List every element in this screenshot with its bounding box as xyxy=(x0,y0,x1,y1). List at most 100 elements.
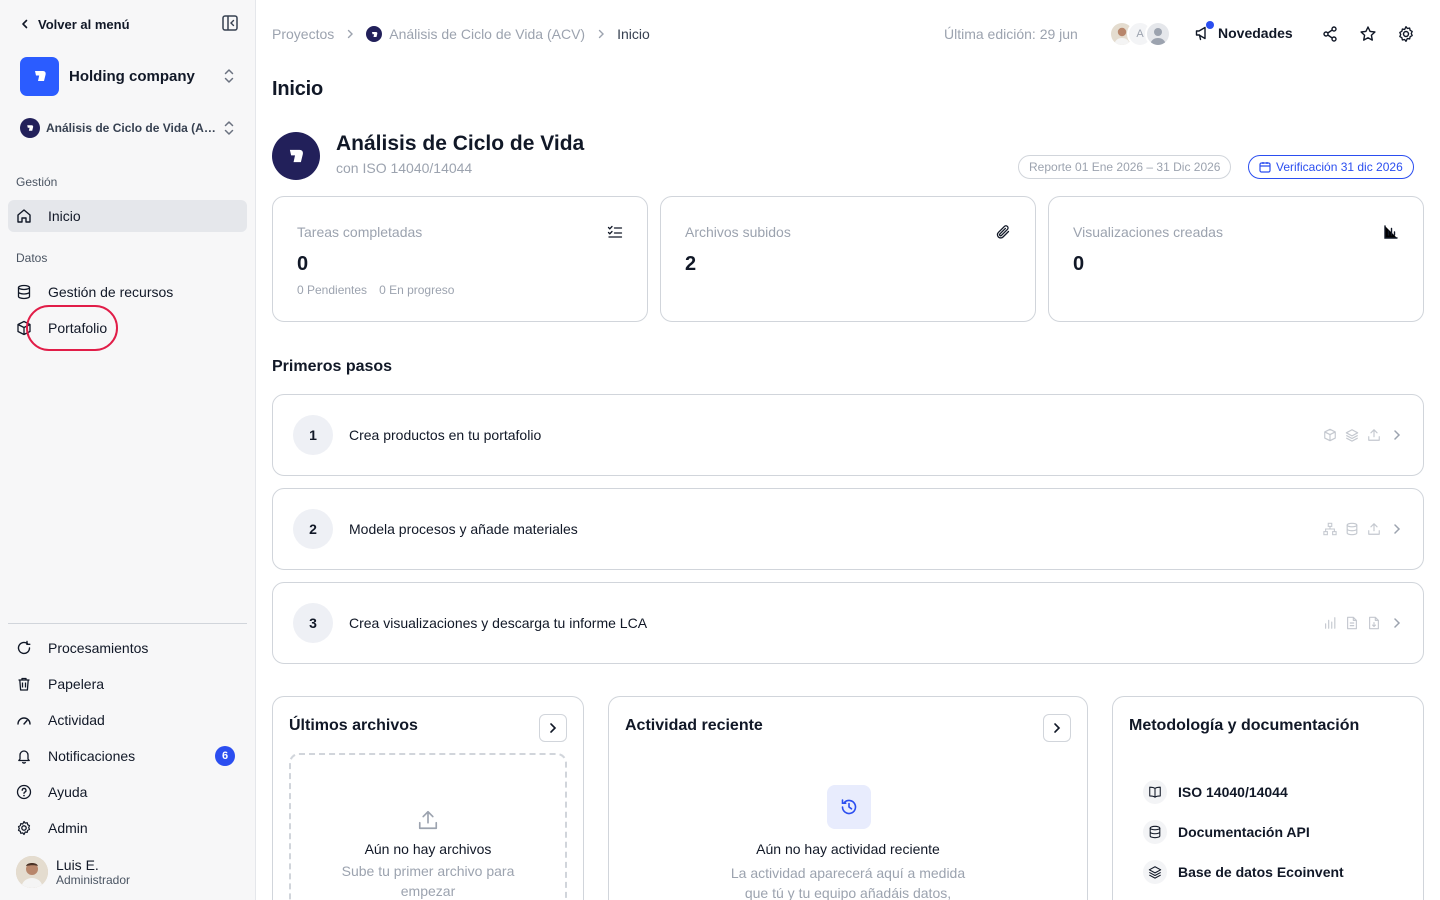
empty-files-subtitle: Sube tu primer archivo para empezar xyxy=(341,863,515,899)
doc-link-iso[interactable]: ISO 14040/14044 xyxy=(1143,780,1288,804)
database-icon xyxy=(17,284,31,300)
layers-icon xyxy=(1345,429,1359,442)
news-indicator-dot xyxy=(1206,21,1214,29)
panel-title: Metodología y documentación xyxy=(1129,717,1360,734)
sidebar-item-procesamientos[interactable]: Procesamientos xyxy=(8,632,247,664)
top-bar: Proyectos Análisis de Ciclo de Vida (ACV… xyxy=(256,0,1440,68)
database-icon xyxy=(1346,522,1358,536)
open-activity-button[interactable] xyxy=(1043,714,1071,742)
chevron-updown-icon xyxy=(224,69,234,83)
empty-activity-title: Aún no hay actividad reciente xyxy=(756,841,940,857)
org-logo-icon xyxy=(20,56,59,96)
in-progress-count: 0 En progreso xyxy=(379,283,455,297)
verification-pill[interactable]: Verificación 31 dic 2026 xyxy=(1248,155,1414,179)
stat-value: 0 xyxy=(297,253,309,275)
sidebar-item-inicio[interactable]: Inicio xyxy=(8,200,247,232)
sidebar-item-ayuda[interactable]: Ayuda xyxy=(8,776,247,808)
project-switcher[interactable]: Análisis de Ciclo de Vida (ACV) xyxy=(20,118,236,138)
doc-link-api[interactable]: Documentación API xyxy=(1143,820,1310,844)
empty-files-title: Aún no hay archivos xyxy=(364,841,492,857)
step-text: Crea visualizaciones y descarga tu infor… xyxy=(349,615,648,631)
step-number: 1 xyxy=(293,415,333,455)
book-icon xyxy=(1143,780,1167,804)
chevron-right-icon xyxy=(348,29,354,39)
novedades-label: Novedades xyxy=(1218,25,1293,41)
upload-icon xyxy=(1368,523,1380,535)
sidebar: Volver al menú Holding company Análisis … xyxy=(0,0,256,900)
breadcrumb-project[interactable]: Análisis de Ciclo de Vida (ACV) xyxy=(389,26,585,42)
stat-label: Visualizaciones creadas xyxy=(1073,224,1223,240)
step-item-3[interactable]: 3 Crea visualizaciones y descarga tu inf… xyxy=(272,582,1424,664)
back-label: Volver al menú xyxy=(38,16,130,32)
section-label-datos: Datos xyxy=(16,251,48,265)
upload-icon xyxy=(418,810,438,830)
section-label-gestion: Gestión xyxy=(16,175,58,189)
sidebar-item-label: Gestión de recursos xyxy=(48,284,174,300)
doc-link-ecoinvent[interactable]: Base de datos Ecoinvent xyxy=(1143,860,1344,884)
upload-icon xyxy=(1368,429,1380,441)
chevron-updown-icon xyxy=(224,121,234,135)
sidebar-item-label: Admin xyxy=(48,820,88,836)
share-icon[interactable] xyxy=(1321,25,1339,43)
step-text: Crea productos en tu portafolio xyxy=(349,427,542,443)
panel-title: Actividad reciente xyxy=(625,717,763,734)
report-period-pill[interactable]: Reporte 01 Ene 2026 – 31 Dic 2026 xyxy=(1018,155,1232,179)
chevron-right-icon xyxy=(1394,618,1401,628)
breadcrumb-proyectos[interactable]: Proyectos xyxy=(272,26,334,42)
project-name: Análisis de Ciclo de Vida (ACV) xyxy=(46,121,222,135)
novedades-button[interactable]: Novedades xyxy=(1194,21,1293,42)
step-number: 2 xyxy=(293,509,333,549)
stat-card-archivos[interactable]: Archivos subidos 2 xyxy=(660,196,1036,322)
stat-card-tareas[interactable]: Tareas completadas 0 0 Pendientes 0 En pr… xyxy=(272,196,648,322)
hierarchy-icon xyxy=(1323,522,1337,536)
sidebar-item-label: Notificaciones xyxy=(48,748,136,764)
recent-activity-panel: Actividad reciente Aún no hay actividad … xyxy=(608,696,1088,900)
stat-value: 2 xyxy=(685,253,697,275)
pending-count: 0 Pendientes xyxy=(297,283,368,297)
step-icons xyxy=(1315,522,1401,536)
back-to-menu-link[interactable]: Volver al menú xyxy=(20,14,239,34)
sidebar-item-notificaciones[interactable]: Notificaciones 6 xyxy=(8,740,247,772)
database-icon xyxy=(1143,820,1167,844)
open-files-button[interactable] xyxy=(539,714,567,742)
sidebar-item-papelera[interactable]: Papelera xyxy=(8,668,247,700)
chevron-right-icon xyxy=(550,723,557,733)
org-switcher[interactable]: Holding company xyxy=(20,56,236,96)
step-item-2[interactable]: 2 Modela procesos y añade materiales xyxy=(272,488,1424,570)
bell-icon xyxy=(18,750,30,764)
stat-card-visualizaciones[interactable]: Visualizaciones creadas 0 xyxy=(1048,196,1424,322)
collapse-sidebar-icon[interactable] xyxy=(221,14,239,32)
user-role: Administrador xyxy=(56,873,131,887)
sidebar-item-actividad[interactable]: Actividad xyxy=(8,704,247,736)
sidebar-item-label: Ayuda xyxy=(48,784,88,800)
star-icon[interactable] xyxy=(1359,25,1377,43)
file-dropzone[interactable]: Aún no hay archivos Sube tu primer archi… xyxy=(289,753,567,900)
user-menu[interactable]: Luis E. Administrador xyxy=(16,856,130,888)
project-subtitle: con ISO 14040/14044 xyxy=(336,160,473,176)
chevron-right-icon xyxy=(1054,723,1061,733)
project-logo-icon xyxy=(20,118,40,138)
step-item-1[interactable]: 1 Crea productos en tu portafolio xyxy=(272,394,1424,476)
step-icons xyxy=(1315,428,1401,442)
stat-value: 0 xyxy=(1073,253,1085,275)
history-icon xyxy=(827,785,871,829)
stat-label: Tareas completadas xyxy=(297,224,423,240)
chevron-right-icon xyxy=(1394,430,1401,440)
project-logo-icon xyxy=(272,132,320,180)
breadcrumb-current: Inicio xyxy=(617,26,650,42)
collaborator-avatars[interactable]: A xyxy=(1109,21,1171,47)
doc-link-label: Base de datos Ecoinvent xyxy=(1178,864,1344,880)
cube-icon xyxy=(1324,428,1336,442)
sidebar-item-label: Papelera xyxy=(48,676,105,692)
step-icons xyxy=(1315,616,1401,630)
notification-count-badge: 6 xyxy=(215,746,235,766)
avatar xyxy=(1145,21,1171,47)
org-name: Holding company xyxy=(69,67,195,85)
settings-gear-icon[interactable] xyxy=(1397,25,1415,43)
sidebar-item-gestion-recursos[interactable]: Gestión de recursos xyxy=(8,276,247,308)
bar-chart-icon xyxy=(1325,617,1336,629)
trash-icon xyxy=(18,677,30,691)
sidebar-item-admin[interactable]: Admin xyxy=(8,812,247,844)
checklist-icon xyxy=(607,225,623,238)
sidebar-item-label: Actividad xyxy=(48,712,105,728)
